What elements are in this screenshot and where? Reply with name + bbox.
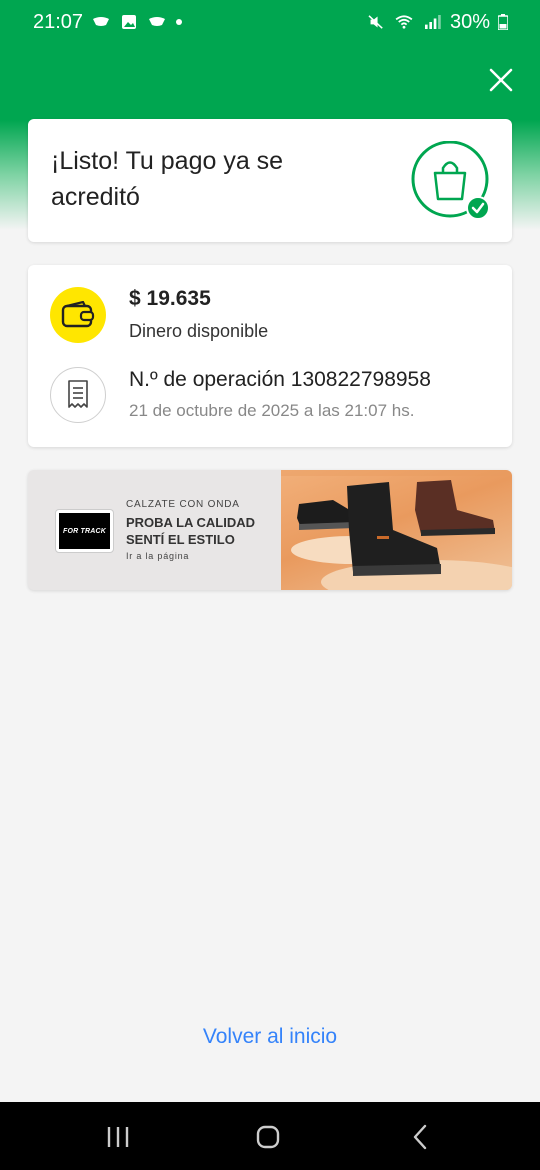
notification-icon xyxy=(149,17,166,26)
shopping-bag-check-icon xyxy=(411,141,490,220)
work-boots-image xyxy=(281,470,512,590)
available-amount-label: Dinero disponible xyxy=(129,321,269,341)
mute-icon xyxy=(368,15,383,29)
wallet-avatar xyxy=(50,287,106,343)
battery-percent: 30% xyxy=(449,10,490,33)
back-icon[interactable] xyxy=(405,1122,435,1152)
payment-info-card: $ 19.635 Dinero disponible N.º de operac… xyxy=(28,265,512,447)
back-to-home-link[interactable]: Volver al inicio xyxy=(0,1025,540,1049)
operation-date: 21 de octubre de 2025 a las 21:07 hs. xyxy=(129,401,415,420)
success-title: ¡Listo! Tu pago ya se acreditó xyxy=(51,147,284,211)
recents-icon[interactable] xyxy=(103,1122,133,1152)
brand-logo-text: FOR TRACK xyxy=(62,527,107,535)
wifi-icon xyxy=(395,15,413,29)
status-bar: 21:07 30% xyxy=(0,0,540,44)
status-left: 21:07 xyxy=(33,11,183,34)
success-card: ¡Listo! Tu pago ya se acreditó xyxy=(28,119,512,242)
gallery-icon xyxy=(122,15,137,29)
receipt-avatar xyxy=(50,367,106,423)
clock: 21:07 xyxy=(33,10,84,33)
dot-icon xyxy=(176,19,183,25)
receipt-icon xyxy=(68,380,88,408)
battery-icon xyxy=(498,14,508,30)
promo-kicker: CALZATE CON ONDA xyxy=(126,499,240,510)
signal-icon xyxy=(424,15,441,29)
operation-number: N.º de operación 130822798958 xyxy=(129,368,431,391)
promo-banner[interactable]: FOR TRACK CALZATE CON ONDA PROBA LA CALI… xyxy=(28,470,512,590)
wallet-icon xyxy=(61,301,95,328)
available-amount: $ 19.635 xyxy=(129,287,211,310)
promo-cta[interactable]: Ir a la página xyxy=(126,551,189,561)
home-icon[interactable] xyxy=(253,1122,283,1152)
boots-illustration xyxy=(281,470,512,590)
notification-icon xyxy=(93,17,110,26)
promo-text-area: FOR TRACK CALZATE CON ONDA PROBA LA CALI… xyxy=(28,470,281,590)
close-icon[interactable] xyxy=(485,64,517,96)
system-nav-bar xyxy=(0,1102,540,1170)
promo-title: PROBA LA CALIDAD SENTÍ EL ESTILO xyxy=(126,515,256,547)
status-right: 30% xyxy=(366,11,508,34)
brand-logo: FOR TRACK xyxy=(56,510,113,552)
